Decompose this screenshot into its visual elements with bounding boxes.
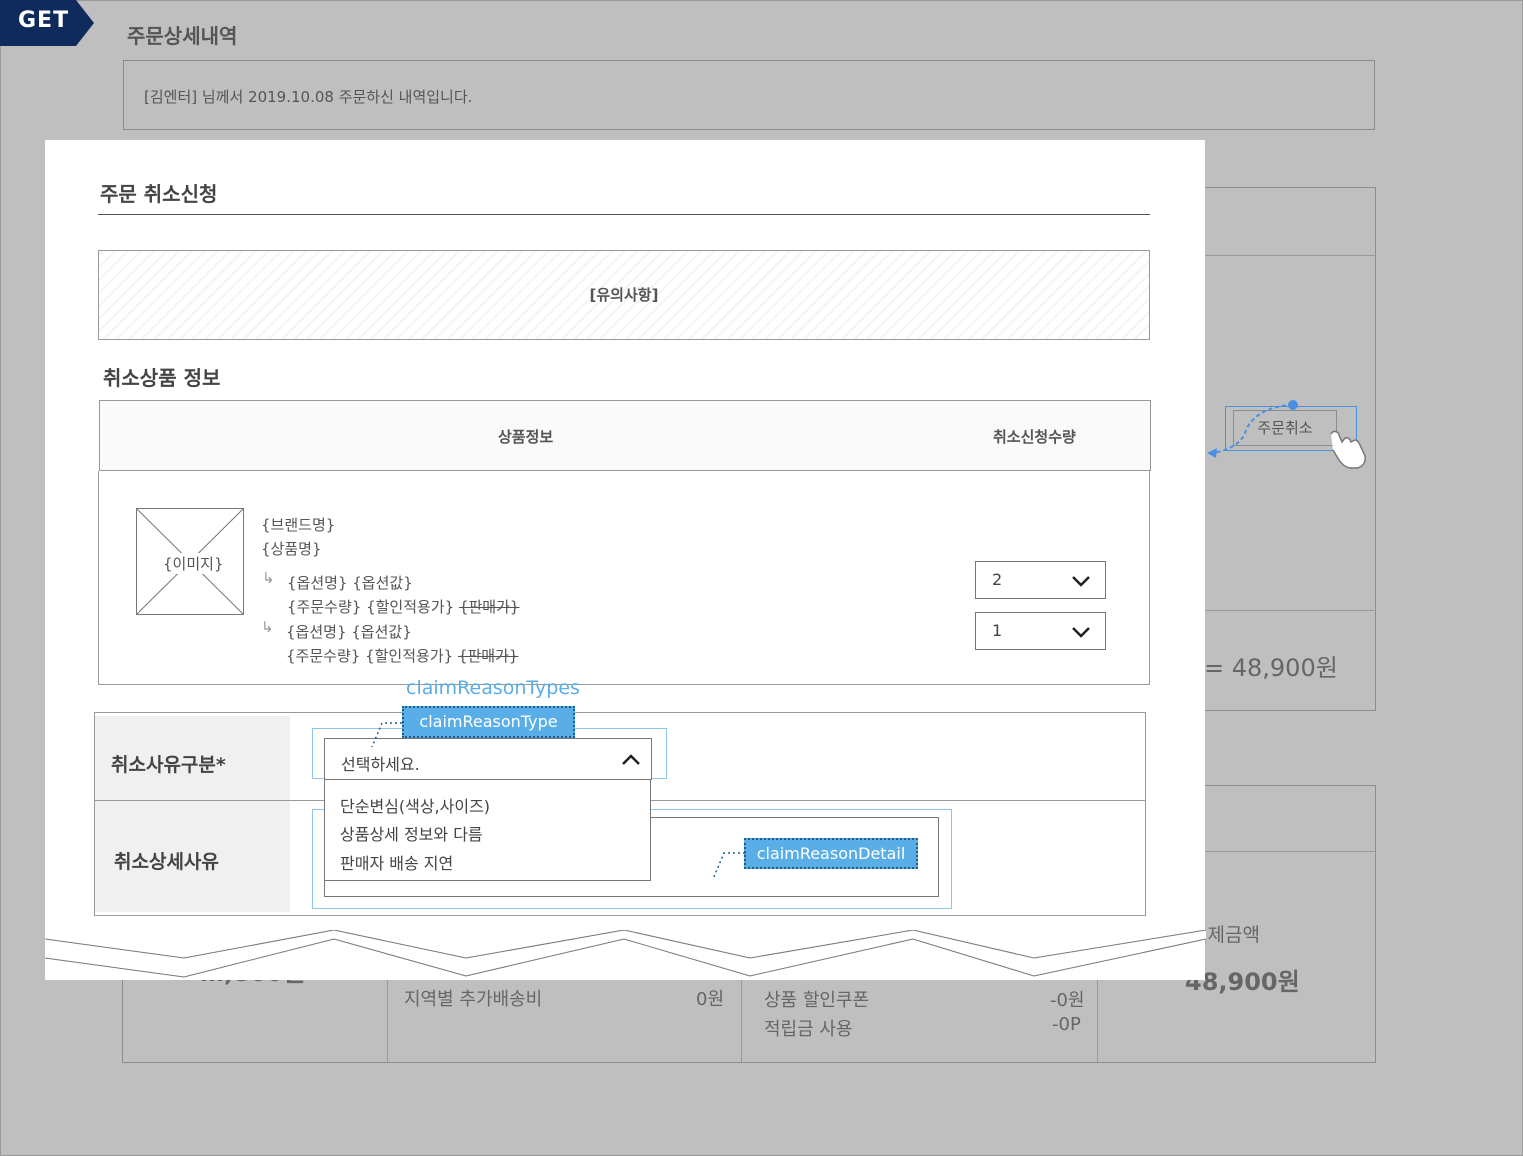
option-name-2: {옵션명} {옵션값}	[286, 623, 412, 641]
divider	[1200, 255, 1376, 256]
annotation-claim-reason-type: claimReasonType	[402, 706, 575, 738]
order-info-text: [김엔터] 님께서 2019.10.08 주문하신 내역입니다.	[144, 88, 473, 106]
modal-torn-edge	[44, 930, 1207, 978]
annotation-claim-reason-types: claimReasonTypes	[406, 677, 580, 699]
page-title: 주문상세내역	[127, 24, 238, 48]
option-arrow-icon: ↳	[262, 569, 275, 587]
click-flow-arrow-icon	[1207, 400, 1366, 469]
background-total-amount: = 48,900원	[1204, 654, 1338, 682]
option-qty: {주문수량}	[286, 647, 361, 665]
image-placeholder-label: {이미지}	[163, 553, 224, 574]
coupon-label: 상품 할인쿠폰	[764, 990, 870, 1011]
shipping-extra-value: 0원	[696, 989, 725, 1010]
column-header-product: 상품정보	[498, 428, 554, 446]
product-image-placeholder: {이미지}	[136, 508, 244, 615]
product-name: {상품명}	[261, 540, 322, 558]
title-divider	[98, 214, 1150, 215]
reason-type-dropdown: 단순변심(색상,사이즈) 상품상세 정보와 다름 판매자 배송 지연	[324, 780, 651, 881]
chevron-down-icon	[1072, 576, 1090, 587]
reason-detail-label: 취소상세사유	[114, 851, 219, 873]
option-qty: {주문수량}	[287, 598, 362, 616]
product-table-header: 상품정보 취소신청수량	[99, 400, 1151, 471]
get-badge-label: GET	[18, 8, 70, 33]
shipping-extra-label: 지역별 추가배송비	[404, 989, 543, 1010]
section-title: 취소상품 정보	[103, 366, 221, 390]
modal-title: 주문 취소신청	[100, 182, 218, 206]
reason-type-placeholder: 선택하세요.	[341, 755, 420, 774]
option-orig-price: {판매가}	[457, 647, 519, 665]
points-value: -0P	[1052, 1014, 1081, 1035]
cancel-qty-value: 2	[992, 570, 1003, 589]
notice-box: [유의사항]	[98, 250, 1150, 340]
reason-option[interactable]: 상품상세 정보와 다름	[340, 821, 483, 845]
option-price: {할인적용가}	[366, 598, 455, 616]
column-header-qty: 취소신청수량	[993, 428, 1076, 446]
cancel-qty-value: 1	[992, 621, 1003, 640]
chevron-down-icon	[1072, 627, 1090, 638]
option-arrow-icon: ↳	[261, 618, 274, 636]
annotation-claim-reason-detail: claimReasonDetail	[744, 838, 918, 869]
reason-option[interactable]: 단순변심(색상,사이즈)	[340, 793, 490, 817]
annotation-connector-icon	[712, 852, 745, 880]
coupon-value: -0원	[1050, 990, 1085, 1011]
chevron-up-icon	[622, 754, 640, 765]
annotation-connector-icon	[371, 722, 402, 748]
option-price-2: {주문수량} {할인적용가} {판매가}	[286, 645, 518, 666]
reason-option[interactable]: 판매자 배송 지연	[340, 850, 453, 874]
cancel-qty-select-1[interactable]: 2	[975, 561, 1106, 599]
option-price: {할인적용가}	[365, 647, 454, 665]
option-name-1: {옵션명} {옵션값}	[287, 574, 413, 592]
divider	[1200, 610, 1376, 611]
cancel-qty-select-2[interactable]: 1	[975, 612, 1106, 650]
option-price-1: {주문수량} {할인적용가} {판매가}	[287, 596, 519, 617]
option-orig-price: {판매가}	[458, 598, 520, 616]
points-label: 적립금 사용	[764, 1019, 853, 1040]
notice-text: [유의사항]	[589, 286, 659, 304]
brand-name: {브랜드명}	[261, 516, 336, 534]
reason-type-label: 취소사유구분*	[111, 754, 226, 776]
order-info-box: [김엔터] 님께서 2019.10.08 주문하신 내역입니다.	[123, 60, 1375, 130]
